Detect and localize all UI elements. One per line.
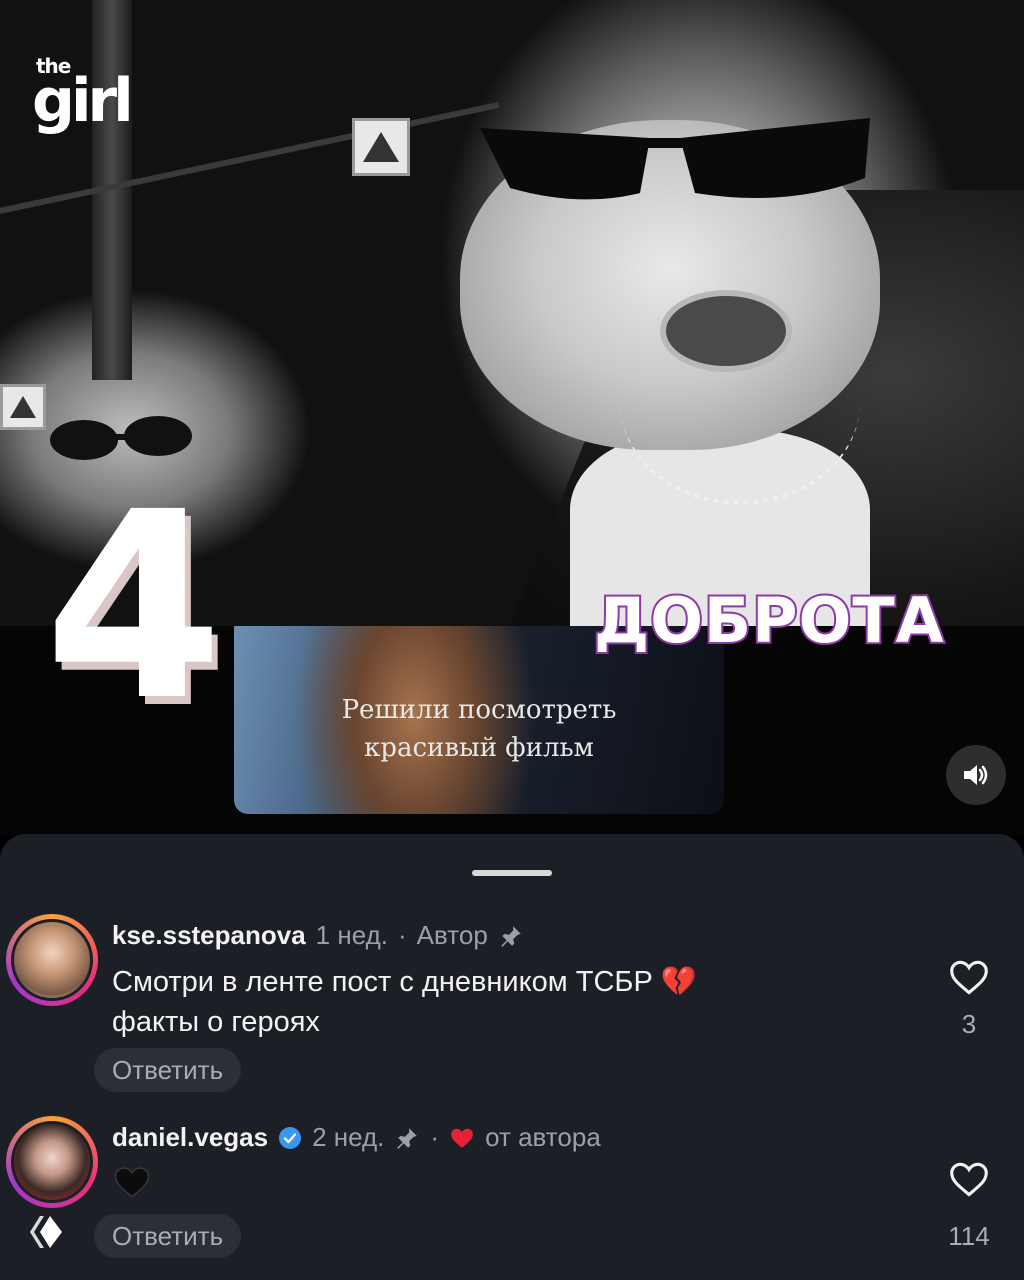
story-ring[interactable] <box>6 914 98 1006</box>
reply-button[interactable]: Ответить <box>94 1214 242 1258</box>
comment-time: 2 нед. <box>312 1122 385 1152</box>
logo-large-text: girl <box>32 66 134 136</box>
comment-meta: kse.sstepanova 1 нед. · Автор <box>112 920 524 951</box>
heart-outline-icon <box>950 960 988 995</box>
reel-caption-line: красивый фильм <box>364 732 594 763</box>
crosswalk-sign-icon <box>352 118 410 176</box>
comment-text: Смотри в ленте пост с дневником ТСБР 💔 ф… <box>112 962 872 1042</box>
like-button[interactable]: 3 <box>938 958 1000 1040</box>
heart-outline-icon <box>950 1162 988 1197</box>
reel-caption-line: Решили посмотреть <box>341 695 617 725</box>
crosswalk-sign-icon <box>0 384 46 430</box>
comment-text-line: Смотри в ленте пост с дневником ТСБР 💔 <box>112 966 697 998</box>
story-ring[interactable] <box>6 1116 98 1208</box>
pin-icon <box>397 1127 418 1149</box>
comment-username[interactable]: daniel.vegas <box>112 1122 268 1153</box>
reply-button[interactable]: Ответить <box>94 1048 242 1092</box>
sunglasses-icon <box>480 118 870 200</box>
brand-logo: the girl <box>32 56 134 136</box>
meta-separator: · <box>398 920 407 950</box>
comment-text-line: факты о героях <box>112 1006 320 1039</box>
verified-badge-icon <box>279 1126 302 1149</box>
meta-separator: · <box>430 1122 440 1152</box>
reel-caption: Решили посмотреть красивый фильм <box>234 692 724 767</box>
chain-necklace <box>620 300 860 505</box>
avatar <box>11 919 93 1001</box>
author-tag: Автор <box>416 920 488 950</box>
like-count: 3 <box>961 1009 977 1039</box>
like-button[interactable]: 114 <box>938 1160 1000 1252</box>
comment-time: 1 нед. <box>315 920 388 950</box>
pin-icon <box>501 925 521 947</box>
liked-by-author-label: от автора <box>485 1122 601 1152</box>
sound-toggle-button[interactable] <box>946 745 1006 805</box>
like-count: 114 <box>948 1221 990 1251</box>
brand-watermark-icon <box>30 1216 62 1248</box>
sheet-drag-handle[interactable] <box>472 870 552 876</box>
avatar <box>11 1121 93 1203</box>
black-heart-icon <box>114 1167 150 1198</box>
comment-username[interactable]: kse.sstepanova <box>112 920 306 951</box>
speaker-on-icon <box>964 765 988 785</box>
comments-sheet: kse.sstepanova 1 нед. · Автор Смотри в л… <box>0 834 1024 1280</box>
list-number: 4 <box>44 457 224 757</box>
comment-meta: daniel.vegas 2 нед. · от автора <box>112 1122 601 1153</box>
overlay-title: ДОБРОТА <box>592 584 946 657</box>
heart-filled-icon <box>451 1128 473 1148</box>
